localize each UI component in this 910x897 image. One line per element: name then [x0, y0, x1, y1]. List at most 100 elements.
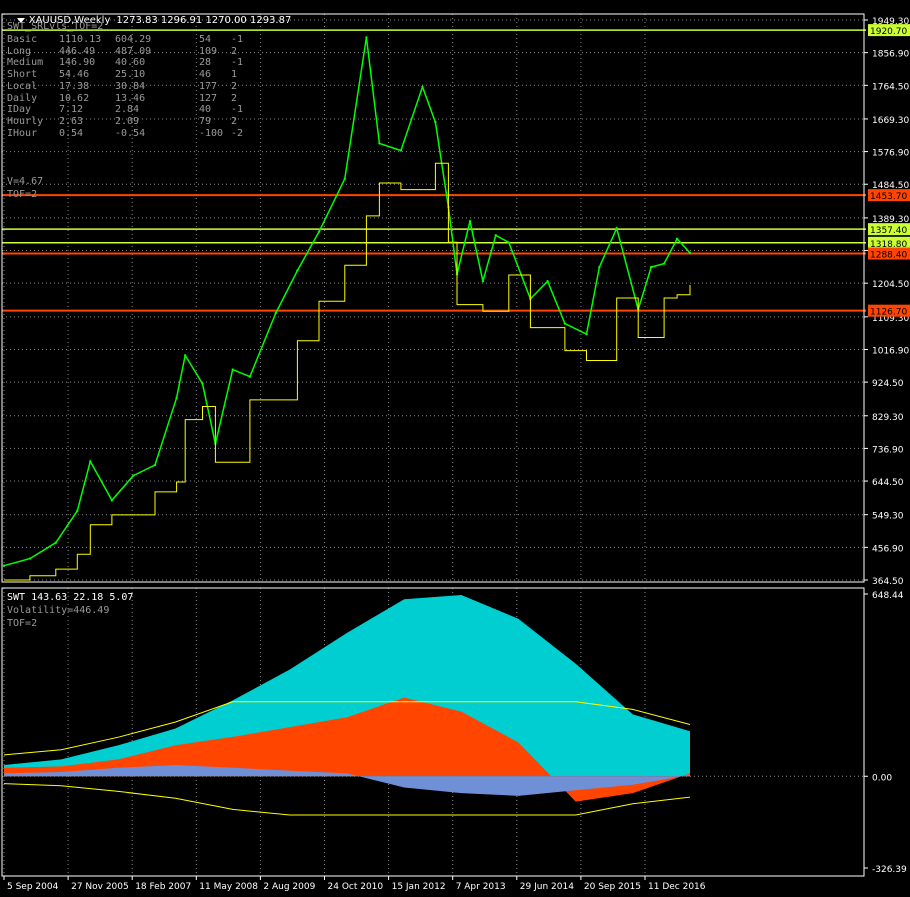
- price-point: [598, 265, 601, 269]
- stats-cell-v4: -2: [231, 127, 244, 139]
- price-point: [434, 121, 437, 124]
- indicator-stats-table: Basic 1110.13 604.29 54 -1 Long 446.49 487.09 10…: [7, 34, 243, 139]
- stats-cell-v4: -1: [231, 104, 244, 116]
- price-point: [563, 322, 567, 325]
- stats-cell-v2: 604.29: [115, 34, 152, 45]
- sub-price-axis: 648.44 0.00 -326.39: [864, 591, 907, 875]
- y-tick-label: 1576.90: [872, 149, 909, 159]
- price-point: [650, 265, 653, 269]
- y-tick-label: 1856.90: [872, 50, 909, 60]
- price-point: [688, 251, 692, 255]
- y-tick-label: 1016.90: [872, 346, 909, 356]
- x-tick-label: 24 Oct 2010: [328, 882, 384, 892]
- price-point: [365, 36, 368, 39]
- stats-row: IDay 7.12 2.84 40 -1: [7, 104, 243, 116]
- stats-cell-v3: 54: [199, 34, 212, 45]
- price-point: [546, 280, 549, 283]
- x-tick-label: 20 Sep 2015: [584, 882, 641, 892]
- stats-cell-v3: 109: [199, 45, 218, 57]
- y-tick-label: 829.30: [872, 413, 904, 423]
- price-point: [132, 474, 135, 477]
- price-point: [421, 85, 424, 89]
- stats-cell-v3: 79: [199, 115, 212, 127]
- price-point: [507, 241, 510, 244]
- y-tick-label: 1669.30: [872, 116, 909, 126]
- y-tick-label: 456.90: [872, 544, 904, 554]
- chart-window: 1949.30 1856.90 1764.50 1669.30 1576.90 1484.…: [0, 0, 910, 897]
- volatility-label: Volatility=446.49: [7, 605, 110, 616]
- stats-cell-v1: 1110.13: [59, 34, 102, 45]
- price-point: [296, 269, 299, 272]
- price-point: [662, 262, 666, 265]
- stats-cell-label: IDay: [7, 104, 32, 116]
- y-tick-label: 924.50: [872, 379, 904, 389]
- v-value: V=4.67: [7, 176, 44, 187]
- price-point: [481, 280, 485, 283]
- y-tick-label: 648.44: [872, 591, 904, 601]
- stats-cell-v4: 2: [231, 115, 238, 127]
- price-point: [494, 234, 497, 237]
- stats-cell-label: Basic: [7, 34, 38, 45]
- indicator-title: SWT_SRLvls_TOF=2: [7, 21, 104, 32]
- sub-tof-label: TOF=2: [7, 618, 38, 629]
- stats-cell-v4: 2: [231, 45, 238, 57]
- price-point: [89, 460, 92, 463]
- y-tick-label: 1204.50: [872, 280, 909, 290]
- x-tick-label: 5 Sep 2004: [7, 882, 59, 892]
- stats-cell-v4: 2: [231, 80, 238, 92]
- stats-row: Hourly 2.63 2.09 79 2: [7, 116, 243, 128]
- x-tick-label: 11 Dec 2016: [648, 882, 706, 892]
- indicator-fills: [3, 595, 691, 816]
- stats-cell-v2: -0.54: [115, 127, 146, 139]
- stats-cell-v2: 40.60: [115, 57, 146, 69]
- stats-cell-v1: 0.54: [59, 127, 84, 139]
- stats-cell-v1: 54.46: [59, 69, 90, 81]
- stats-row: IHour 0.54 -0.54 -100 -2: [7, 128, 243, 140]
- y-tick-label: 364.50: [872, 577, 904, 587]
- level-tag-label: 1126.70: [870, 308, 907, 318]
- stats-cell-v4: -1: [231, 57, 244, 69]
- y-tick-label: -326.39: [872, 865, 907, 875]
- x-tick-label: 29 Jun 2014: [520, 882, 574, 892]
- stats-cell-v2: 2.84: [115, 104, 140, 116]
- level-tag-label: 1357.40: [870, 226, 907, 236]
- price-point: [110, 499, 114, 502]
- price-point: [274, 311, 277, 315]
- price-point: [28, 557, 32, 560]
- x-tick-label: 27 Nov 2005: [71, 882, 129, 892]
- price-point: [201, 382, 204, 385]
- stats-cell-v4: -1: [231, 34, 244, 45]
- ohlc-values: 1273.83 1296.91 1270.00 1293.87: [116, 15, 292, 26]
- stats-row: Long 446.49 487.09 109 2: [7, 46, 243, 58]
- price-point: [184, 354, 187, 357]
- price-point: [343, 177, 346, 180]
- y-tick-label: 736.90: [872, 445, 904, 455]
- price-point: [2, 564, 6, 567]
- stats-row: Short 54.46 25.10 46 1: [7, 69, 243, 81]
- stats-cell-v3: 40: [199, 104, 212, 116]
- tof-value: TOF=2: [7, 189, 38, 200]
- x-tick-label: 2 Aug 2009: [263, 882, 315, 892]
- level-tag-label: 1920.70: [870, 27, 907, 37]
- stats-cell-v1: 446.49: [59, 45, 96, 57]
- price-point: [399, 149, 403, 152]
- stats-cell-v1: 7.12: [59, 104, 84, 116]
- main-price-axis: 1949.301856.901764.501669.301576.901484.…: [864, 17, 910, 587]
- stats-row: Basic 1110.13 604.29 54 -1: [7, 34, 243, 46]
- stats-cell-v3: -100: [199, 127, 224, 139]
- stats-cell-label: Hourly: [7, 115, 44, 127]
- level-tag-label: 1453.70: [870, 192, 907, 202]
- stats-cell-v2: 2.09: [115, 115, 140, 127]
- stats-cell-v4: 2: [231, 92, 238, 104]
- stats-cell-label: Daily: [7, 92, 38, 104]
- x-tick-label: 7 Apr 2013: [456, 882, 506, 892]
- stats-cell-label: Long: [7, 45, 32, 57]
- stats-cell-v4: 1: [231, 69, 238, 81]
- price-point: [54, 541, 57, 544]
- price-point: [153, 463, 157, 467]
- price-point: [675, 237, 679, 240]
- stats-row: Daily 10.62 13.46 127 2: [7, 93, 243, 105]
- stats-cell-v2: 487.09: [115, 45, 152, 57]
- x-tick-label: 18 Feb 2007: [135, 882, 191, 892]
- price-point: [248, 375, 252, 378]
